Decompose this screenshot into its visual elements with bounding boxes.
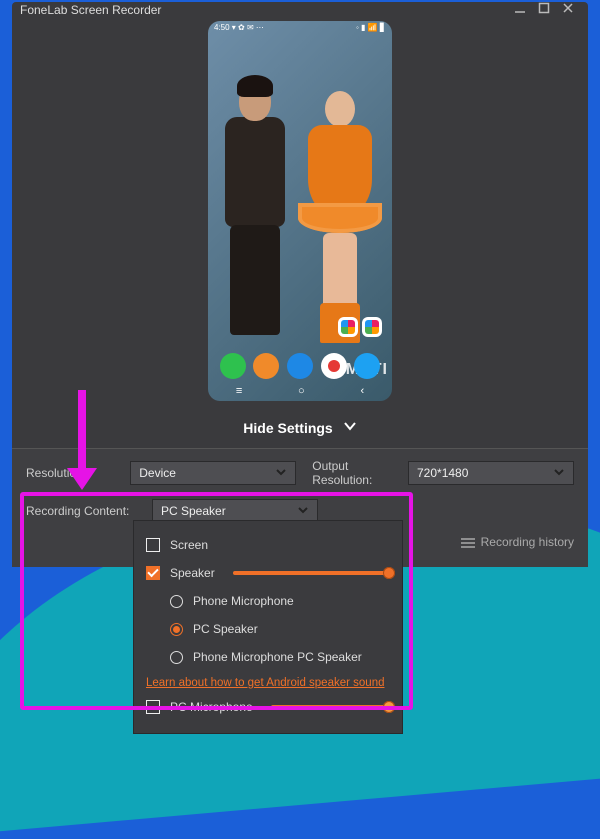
phone-mic-pc-speaker-option[interactable]: Phone Microphone PC Speaker bbox=[146, 643, 390, 671]
recording-history-button[interactable]: Recording history bbox=[461, 535, 574, 549]
checkbox-unchecked-icon[interactable] bbox=[146, 538, 160, 552]
recording-content-label: Recording Content: bbox=[26, 504, 136, 518]
phone-preview-area: 4:50 ▾ ✿ ✉ ⋯ ◦ ▮ 📶 ▋ bbox=[12, 17, 588, 409]
recording-content-dropdown: Screen Speaker Phone Microphone PC Speak… bbox=[133, 520, 403, 734]
checkbox-unchecked-icon[interactable] bbox=[146, 700, 160, 714]
phone-statusbar: 4:50 ▾ ✿ ✉ ⋯ ◦ ▮ 📶 ▋ bbox=[208, 21, 392, 37]
contacts-icon bbox=[253, 353, 279, 379]
speaker-volume-slider[interactable] bbox=[233, 571, 390, 575]
close-button[interactable] bbox=[556, 2, 580, 17]
figure-male bbox=[215, 81, 295, 341]
checkbox-checked-icon[interactable] bbox=[146, 566, 160, 580]
recording-content-value: PC Speaker bbox=[161, 504, 226, 518]
widget-icon bbox=[338, 317, 358, 337]
nav-back-icon: ‹ bbox=[360, 385, 364, 397]
resolution-row: Resolution: Device Output Resolution: 72… bbox=[26, 459, 574, 487]
chevron-down-icon bbox=[275, 466, 287, 481]
pc-speaker-option[interactable]: PC Speaker bbox=[146, 615, 390, 643]
resolution-label: Resolution: bbox=[26, 466, 114, 480]
screen-label: Screen bbox=[170, 538, 208, 552]
phone-mic-label: Phone Microphone bbox=[193, 594, 294, 608]
record-icon bbox=[321, 353, 347, 379]
nav-home-icon: ○ bbox=[298, 385, 305, 397]
nav-recent-icon: ≡ bbox=[236, 385, 242, 397]
speaker-label: Speaker bbox=[170, 566, 215, 580]
radio-unchecked-icon[interactable] bbox=[170, 595, 183, 608]
pc-speaker-label: PC Speaker bbox=[193, 622, 258, 636]
maximize-button[interactable] bbox=[532, 2, 556, 17]
phone-navbar: ≡ ○ ‹ bbox=[208, 385, 392, 397]
chevron-down-icon bbox=[297, 504, 309, 519]
twitter-icon bbox=[354, 353, 380, 379]
pc-microphone-volume-slider[interactable] bbox=[271, 705, 390, 709]
resolution-value: Device bbox=[139, 466, 176, 480]
app-title: FoneLab Screen Recorder bbox=[20, 3, 161, 17]
output-resolution-value: 720*1480 bbox=[417, 466, 468, 480]
radio-unchecked-icon[interactable] bbox=[170, 651, 183, 664]
chevron-down-icon bbox=[553, 466, 565, 481]
output-resolution-label: Output Resolution: bbox=[312, 459, 392, 487]
speaker-option[interactable]: Speaker bbox=[146, 559, 390, 587]
chevron-down-icon bbox=[343, 419, 357, 436]
phone-icon bbox=[220, 353, 246, 379]
messages-icon bbox=[287, 353, 313, 379]
app-window: FoneLab Screen Recorder 4:50 ▾ ✿ ✉ ⋯ ◦ ▮… bbox=[12, 2, 588, 567]
phone-mic-pc-speaker-label: Phone Microphone PC Speaker bbox=[193, 650, 362, 664]
minimize-button[interactable] bbox=[508, 2, 532, 17]
phone-preview: 4:50 ▾ ✿ ✉ ⋯ ◦ ▮ 📶 ▋ bbox=[208, 21, 392, 401]
phone-status-left: 4:50 ▾ ✿ ✉ ⋯ bbox=[214, 23, 264, 35]
hide-settings-toggle[interactable]: Hide Settings bbox=[12, 409, 588, 448]
hide-settings-label: Hide Settings bbox=[243, 420, 332, 436]
list-icon bbox=[461, 537, 475, 547]
resolution-select[interactable]: Device bbox=[130, 461, 296, 485]
screen-option[interactable]: Screen bbox=[146, 531, 390, 559]
wallpaper-figures bbox=[208, 51, 392, 341]
radio-checked-icon[interactable] bbox=[170, 623, 183, 636]
recording-history-label: Recording history bbox=[481, 535, 574, 549]
pc-microphone-label: PC Microphone bbox=[170, 700, 253, 714]
output-resolution-select[interactable]: 720*1480 bbox=[408, 461, 574, 485]
pc-microphone-option[interactable]: PC Microphone bbox=[146, 693, 390, 721]
titlebar: FoneLab Screen Recorder bbox=[12, 2, 588, 17]
phone-mic-option[interactable]: Phone Microphone bbox=[146, 587, 390, 615]
learn-android-speaker-link[interactable]: Learn about how to get Android speaker s… bbox=[146, 671, 390, 693]
phone-dock bbox=[208, 353, 392, 379]
figure-female bbox=[295, 91, 385, 341]
phone-widgets bbox=[338, 317, 382, 337]
phone-status-right: ◦ ▮ 📶 ▋ bbox=[356, 23, 386, 35]
widget-icon bbox=[362, 317, 382, 337]
